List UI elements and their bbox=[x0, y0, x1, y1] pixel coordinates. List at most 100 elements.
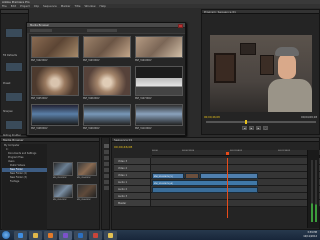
step-forward-button[interactable]: ▶ bbox=[256, 126, 261, 130]
audio-clip-2[interactable] bbox=[152, 186, 258, 193]
track-label-a1[interactable]: Audio 1 bbox=[114, 179, 151, 185]
system-clock[interactable]: 3:39 PM 10/11/2012 bbox=[303, 231, 317, 239]
taskbar-media-icon[interactable] bbox=[44, 231, 57, 240]
track-master: Master bbox=[114, 200, 320, 207]
track-label-v1[interactable]: Video 1 bbox=[114, 172, 151, 178]
project-thumb-1[interactable] bbox=[53, 162, 73, 176]
time-ruler[interactable]: 00;00 00;00;32;00 00;01;04;02 00;01;36;0… bbox=[152, 150, 320, 156]
program-duration: 00;04;09;18 bbox=[301, 116, 317, 119]
clip-label-4: MVI_3105.MOV bbox=[31, 97, 48, 100]
track-select-tool-icon[interactable] bbox=[104, 150, 109, 154]
hand-tool-icon[interactable] bbox=[104, 180, 109, 184]
person-cap bbox=[275, 47, 299, 56]
track-video-3: Video 3 bbox=[114, 158, 320, 165]
clip-thumb-5[interactable] bbox=[83, 66, 131, 96]
menu-help[interactable]: Help bbox=[99, 4, 105, 8]
clock-date: 10/11/2012 bbox=[303, 234, 317, 238]
search-input[interactable] bbox=[87, 29, 117, 32]
clip-grid: MVI_3102.MOV MVI_3103.MOV MVI_3104.MOV M… bbox=[29, 34, 185, 134]
step-back-button[interactable]: ◀ bbox=[242, 126, 247, 130]
video-clip-label: MVI_3103.MOV [V] bbox=[154, 175, 173, 178]
project-thumb-3[interactable] bbox=[53, 184, 73, 198]
video-clip-2[interactable] bbox=[185, 172, 199, 179]
taskbar-explorer-icon[interactable] bbox=[29, 231, 42, 240]
taskbar-premiere-icon[interactable] bbox=[59, 231, 72, 240]
track-audio-2: Audio 2 bbox=[114, 186, 320, 193]
menu-marker[interactable]: Marker bbox=[61, 4, 71, 8]
tree-item-9[interactable]: Footage bbox=[2, 180, 47, 184]
clip-thumb-9[interactable] bbox=[135, 104, 183, 126]
menu-title[interactable]: Title bbox=[74, 4, 80, 8]
video-clip-3[interactable] bbox=[200, 172, 258, 179]
pen-tool-icon[interactable] bbox=[104, 174, 109, 178]
program-monitor: Program: Sequence 01 00;00;46;08 00;04;0… bbox=[201, 9, 320, 135]
program-monitor-tab[interactable]: Program: Sequence 01 bbox=[202, 10, 319, 14]
track-video-1: Video 1 MVI_3103.MOV [V] bbox=[114, 172, 320, 179]
clip-thumb-8[interactable] bbox=[83, 104, 131, 126]
effect-thumb-2[interactable] bbox=[5, 62, 23, 72]
track-video-2: Video 2 bbox=[114, 165, 320, 172]
razor-tool-icon[interactable] bbox=[104, 162, 109, 166]
clip-thumb-1[interactable] bbox=[31, 36, 79, 58]
timeline-panel: Sequence 01 00;00;46;08 00;00 00;00;32;0… bbox=[111, 137, 320, 230]
ruler-label-0: 00;00 bbox=[152, 150, 158, 152]
project-thumb-4[interactable] bbox=[77, 184, 97, 198]
ruler-label-1: 00;00;32;00 bbox=[182, 150, 195, 152]
taskbar-folder-icon[interactable] bbox=[104, 231, 117, 240]
export-frame-button[interactable]: □ bbox=[263, 126, 268, 130]
track-label-v2[interactable]: Video 2 bbox=[114, 165, 151, 171]
play-button[interactable]: ▶ bbox=[249, 126, 254, 130]
track-label-a2[interactable]: Audio 2 bbox=[114, 186, 151, 192]
taskbar-ie-icon[interactable] bbox=[14, 231, 27, 240]
effect-label-3: Sharpen bbox=[3, 110, 13, 113]
clip-thumb-7[interactable] bbox=[31, 104, 79, 126]
project-panel-tab[interactable]: Media Browser bbox=[1, 138, 99, 142]
menu-file[interactable]: File bbox=[2, 4, 7, 8]
audio-clip-1[interactable]: MVI_3103.MOV [A] bbox=[152, 179, 258, 186]
taskbar-chrome-icon[interactable] bbox=[89, 231, 102, 240]
menu-sequence[interactable]: Sequence bbox=[43, 4, 57, 8]
path-field[interactable] bbox=[30, 29, 52, 32]
close-icon[interactable] bbox=[178, 23, 183, 28]
menu-edit[interactable]: Edit bbox=[11, 4, 16, 8]
clip-thumb-6[interactable] bbox=[135, 66, 183, 96]
ripple-edit-tool-icon[interactable] bbox=[104, 156, 109, 160]
menu-window[interactable]: Window bbox=[84, 4, 95, 8]
track-label-master[interactable]: Master bbox=[114, 200, 151, 206]
program-playhead[interactable] bbox=[245, 120, 247, 124]
clip-thumb-2[interactable] bbox=[83, 36, 131, 58]
slip-tool-icon[interactable] bbox=[104, 168, 109, 172]
audio-clip-label: MVI_3103.MOV [A] bbox=[154, 182, 173, 185]
project-thumb-label-3: MVI_3105.MOV bbox=[53, 199, 67, 201]
menu-clip[interactable]: Clip bbox=[34, 4, 39, 8]
effect-thumb-4[interactable] bbox=[5, 120, 23, 130]
person-shirt bbox=[268, 79, 312, 112]
wall-picture-1 bbox=[214, 53, 236, 83]
playhead-line bbox=[227, 158, 228, 218]
playhead-handle[interactable] bbox=[226, 152, 229, 155]
project-panel: Media Browser My Computer C: Documents a… bbox=[0, 137, 100, 230]
audio-meter-left bbox=[311, 160, 313, 222]
start-orb-icon[interactable] bbox=[2, 231, 10, 239]
zoom-tool-icon[interactable] bbox=[104, 186, 109, 190]
program-video-frame bbox=[210, 35, 312, 112]
effect-thumb-1[interactable] bbox=[5, 28, 23, 38]
track-label-v3[interactable]: Video 3 bbox=[114, 158, 151, 164]
media-browser-window: Media Browser MVI_3102.MOV MVI_3103.MOV … bbox=[26, 22, 186, 136]
track-label-a3[interactable]: Audio 3 bbox=[114, 193, 151, 199]
person-face bbox=[278, 53, 296, 79]
menu-project[interactable]: Project bbox=[20, 4, 30, 8]
taskbar-photoshop-icon[interactable] bbox=[74, 231, 87, 240]
effects-panel-tabs[interactable] bbox=[1, 10, 28, 14]
project-thumb-2[interactable] bbox=[77, 162, 97, 176]
clip-thumb-4[interactable] bbox=[31, 66, 79, 96]
selection-tool-icon[interactable] bbox=[104, 144, 109, 148]
taskbar: 3:39 PM 10/11/2012 bbox=[0, 230, 320, 240]
clip-thumb-3[interactable] bbox=[135, 36, 183, 58]
video-clip-1[interactable]: MVI_3103.MOV [V] bbox=[152, 172, 184, 179]
timeline-tab[interactable]: Sequence 01 bbox=[112, 138, 319, 142]
program-scrubber[interactable] bbox=[206, 120, 316, 124]
program-timecode: 00;00;46;08 bbox=[204, 116, 220, 119]
audio-meter-right bbox=[315, 160, 317, 222]
effect-thumb-3[interactable] bbox=[5, 92, 23, 102]
